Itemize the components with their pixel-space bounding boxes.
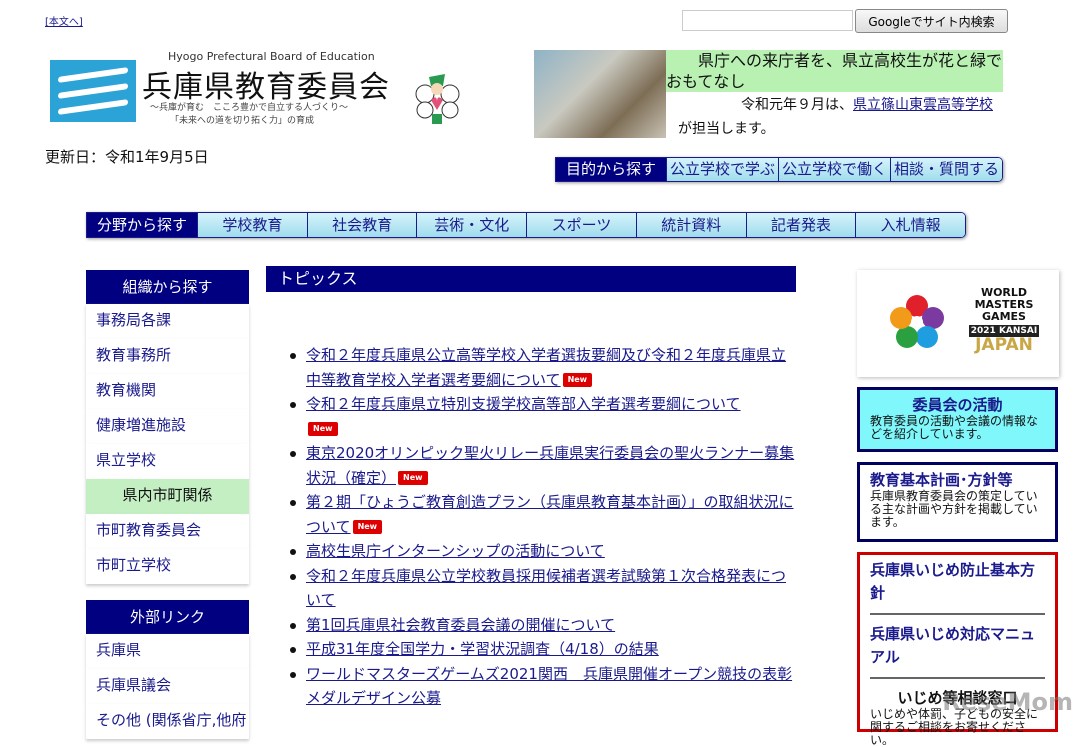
field-nav-press[interactable]: 記者発表 xyxy=(745,213,856,237)
external-links-heading: 外部リンク xyxy=(86,600,249,634)
topic-link[interactable]: 第1回兵庫県社会教育委員会議の開催について xyxy=(306,616,615,634)
sidebar-item[interactable]: 事務局各課 xyxy=(86,304,249,339)
field-nav-school[interactable]: 学校教育 xyxy=(197,213,307,237)
field-nav-sports[interactable]: スポーツ xyxy=(526,213,636,237)
sidebar-item[interactable]: 教育事務所 xyxy=(86,339,249,374)
sidebar-item[interactable]: 兵庫県議会 xyxy=(86,669,249,704)
new-badge: New xyxy=(308,421,338,436)
banner-text: 令和元年９月は、 xyxy=(741,97,853,113)
new-badge: New xyxy=(398,470,428,485)
school-link[interactable]: 県立篠山東雲高等学校 xyxy=(853,97,993,113)
logo-slogan: ～兵庫が育む こころ豊かで自立する人づくり～ xyxy=(150,103,349,113)
field-nav: 分野から探す 学校教育 社会教育 芸術・文化 スポーツ 統計資料 記者発表 入札… xyxy=(86,212,966,238)
list-item: 令和２年度兵庫県公立高等学校入学者選抜要綱及び令和２年度兵庫県立中等教育学校入学… xyxy=(288,343,800,392)
list-item: 東京2020オリンピック聖火リレー兵庫県実行委員会の聖火ランナー募集状況（確定）… xyxy=(288,441,800,490)
new-badge: New xyxy=(352,519,383,534)
banner-text-end: が担当します。 xyxy=(678,121,775,137)
sidebar-item[interactable]: 兵庫県 xyxy=(86,634,249,669)
search-input[interactable] xyxy=(682,10,853,31)
logo-slogan-2: 「未来への道を切り拓く力」の育成 xyxy=(170,116,315,126)
list-item: 第２期「ひょうご教育創造プラン（兵庫県教育基本計画）」の取組状況について New xyxy=(288,490,800,539)
list-item: 令和２年度兵庫県公立学校教員採用候補者選考試験第１次合格発表について xyxy=(288,564,800,613)
bullying-policy-link[interactable]: 兵庫県いじめ防止基本方針 xyxy=(870,561,1035,602)
plan-desc: 兵庫県教育委員会の策定している主な計画や方針を掲載しています。 xyxy=(870,489,1038,529)
field-nav-stats[interactable]: 統計資料 xyxy=(635,213,746,237)
banner-body: 令和元年９月は、県立篠山東雲高等学校が担当します。 xyxy=(678,93,1003,141)
new-badge: New xyxy=(562,372,593,387)
site-search-button[interactable]: Googleでサイト内検索 xyxy=(855,9,1008,33)
list-item: ワールドマスターズゲームズ2021関西 兵庫県開催オープン競技の表彰メダルデザイ… xyxy=(288,662,800,711)
banner-title: 県庁への来庁者を、県立高校生が花と緑でおもてなし xyxy=(666,50,1003,92)
city-heading: 県内市町関係 xyxy=(86,479,249,514)
org-heading: 組織から探す xyxy=(86,270,249,304)
sidebar-item[interactable]: 市町立学校 xyxy=(86,549,249,584)
topics-list: 令和２年度兵庫県公立高等学校入学者選抜要綱及び令和２年度兵庫県立中等教育学校入学… xyxy=(288,343,800,711)
list-item: 高校生県庁インターンシップの活動について xyxy=(288,539,800,564)
topic-link[interactable]: 高校生県庁インターンシップの活動について xyxy=(306,542,605,560)
wmg-text: WORLD MASTERS GAMES 2021 KANSAI JAPAN xyxy=(969,287,1039,355)
field-nav-label: 分野から探す xyxy=(87,213,197,237)
topic-link[interactable]: ワールドマスターズゲームズ2021関西 兵庫県開催オープン競技の表彰メダルデザイ… xyxy=(306,665,792,708)
sidebar-item[interactable]: 教育機関 xyxy=(86,374,249,409)
purpose-nav-consult[interactable]: 相談・質問する xyxy=(890,158,1003,181)
purpose-nav-label: 目的から探す xyxy=(556,158,666,181)
update-date: 更新日：令和1年9月5日 xyxy=(45,148,209,166)
world-masters-games-banner[interactable]: WORLD MASTERS GAMES 2021 KANSAI JAPAN xyxy=(857,270,1059,377)
watermark: ReseMom xyxy=(942,688,1073,716)
skip-to-content-link[interactable]: [本文へ] xyxy=(45,13,83,28)
list-item: 平成31年度全国学力・学習状況調査（4/18）の結果 xyxy=(288,637,800,662)
wmg-line: GAMES xyxy=(982,310,1026,323)
sidebar-item[interactable]: その他 (関係省庁,他府 xyxy=(86,704,249,739)
wmg-line: JAPAN xyxy=(975,335,1033,355)
divider xyxy=(870,613,1045,615)
purpose-nav: 目的から探す 公立学校で学ぶ 公立学校で働く 相談・質問する xyxy=(555,157,1004,182)
activities-title: 委員会の活動 xyxy=(912,396,1003,414)
plan-box[interactable]: 教育基本計画･方針等 兵庫県教育委員会の策定している主な計画や方針を掲載していま… xyxy=(857,462,1058,542)
purpose-nav-work[interactable]: 公立学校で働く xyxy=(778,158,891,181)
topic-link[interactable]: 令和２年度兵庫県公立学校教員採用候補者選考試験第１次合格発表について xyxy=(306,567,786,610)
activities-box[interactable]: 委員会の活動 教育委員の活動や会議の情報などを紹介しています。 xyxy=(857,387,1058,452)
banner-photo[interactable] xyxy=(534,50,666,138)
topic-link[interactable]: 東京2020オリンピック聖火リレー兵庫県実行委員会の聖火ランナー募集状況（確定） xyxy=(306,444,794,487)
activities-desc: 教育委員の活動や会議の情報などを紹介しています。 xyxy=(870,414,1039,441)
list-item: 第1回兵庫県社会教育委員会議の開催について xyxy=(288,613,800,638)
sidebar-item[interactable]: 健康増進施設 xyxy=(86,409,249,444)
site-logo[interactable]: Hyogo Prefectural Board of Education 兵庫県… xyxy=(50,50,470,130)
field-nav-social[interactable]: 社会教育 xyxy=(306,213,417,237)
topic-link[interactable]: 令和２年度兵庫県公立高等学校入学者選抜要綱及び令和２年度兵庫県立中等教育学校入学… xyxy=(306,346,786,389)
topic-link[interactable]: 平成31年度全国学力・学習状況調査（4/18）の結果 xyxy=(306,640,659,658)
plan-title: 教育基本計画･方針等 xyxy=(870,471,1013,489)
left-sidebar: 組織から探す 事務局各課 教育事務所 教育機関 健康増進施設 県立学校 県内市町… xyxy=(86,270,249,739)
mascot-icon xyxy=(415,74,460,124)
sidebar-item[interactable]: 市町教育委員会 xyxy=(86,514,249,549)
hyogo-emblem-icon xyxy=(50,60,136,122)
field-nav-arts[interactable]: 芸術・文化 xyxy=(416,213,527,237)
divider xyxy=(870,677,1045,679)
list-item: 令和２年度兵庫県立特別支援学校高等部入学者選考要綱について New xyxy=(288,392,800,441)
topic-link[interactable]: 令和２年度兵庫県立特別支援学校高等部入学者選考要綱について xyxy=(306,395,741,413)
bullying-manual-link[interactable]: 兵庫県いじめ対応マニュアル xyxy=(870,625,1035,666)
field-nav-bids[interactable]: 入札情報 xyxy=(855,213,965,237)
sakura-logo-icon xyxy=(890,295,944,348)
topics-heading: トピックス xyxy=(266,266,796,292)
purpose-nav-learn[interactable]: 公立学校で学ぶ xyxy=(666,158,779,181)
sidebar-item[interactable]: 県立学校 xyxy=(86,444,249,479)
